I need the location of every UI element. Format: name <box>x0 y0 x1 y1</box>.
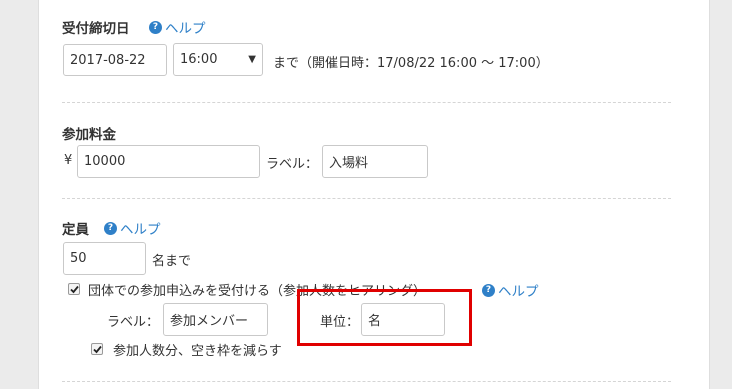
help-icon: ? <box>149 20 162 34</box>
fee-label-caption: ラベル： <box>266 157 319 172</box>
help-icon: ? <box>104 221 117 235</box>
capacity-help-label: ヘルプ <box>120 222 161 238</box>
deadline-note: まで（開催日時：17/08/22 16:00 〜 17:00） <box>273 56 549 71</box>
capacity-title: 定員 <box>62 222 89 238</box>
check-icon <box>69 285 79 293</box>
reduce-checkbox[interactable] <box>91 343 103 355</box>
capacity-count-input[interactable]: 50 <box>63 242 146 275</box>
chevron-down-icon: ▼ <box>248 54 256 65</box>
deadline-time-value: 16:00 <box>180 52 218 67</box>
fee-label-input[interactable]: 入場料 <box>322 145 428 178</box>
section-divider <box>62 381 671 382</box>
deadline-time-select[interactable]: 16:00 ▼ <box>173 43 263 76</box>
capacity-help-link[interactable]: ? ヘルプ <box>104 218 161 238</box>
group-label-caption: ラベル： <box>107 315 160 330</box>
deadline-help-label: ヘルプ <box>165 21 206 37</box>
section-divider <box>62 102 671 103</box>
group-checkbox[interactable] <box>68 283 80 295</box>
group-help-link[interactable]: ? ヘルプ <box>482 280 539 300</box>
group-label-input[interactable]: 参加メンバー <box>163 303 268 336</box>
section-divider <box>62 198 671 199</box>
reduce-checkbox-label: 参加人数分、空き枠を減らす <box>113 344 282 359</box>
help-icon: ? <box>482 283 495 297</box>
deadline-help-link[interactable]: ? ヘルプ <box>149 17 206 37</box>
deadline-date-input[interactable]: 2017-08-22 <box>63 44 167 76</box>
form-panel: 受付締切日 ? ヘルプ 2017-08-22 16:00 ▼ まで（開催日時：1… <box>38 0 710 389</box>
check-icon <box>92 345 102 353</box>
deadline-title: 受付締切日 <box>62 21 130 37</box>
capacity-count-suffix: 名まで <box>152 254 192 269</box>
highlight-box <box>297 289 472 346</box>
group-help-label: ヘルプ <box>498 284 539 300</box>
fee-amount-input[interactable]: 10000 <box>77 145 260 178</box>
fee-title: 参加料金 <box>62 127 116 143</box>
currency-symbol: ¥ <box>64 153 73 168</box>
